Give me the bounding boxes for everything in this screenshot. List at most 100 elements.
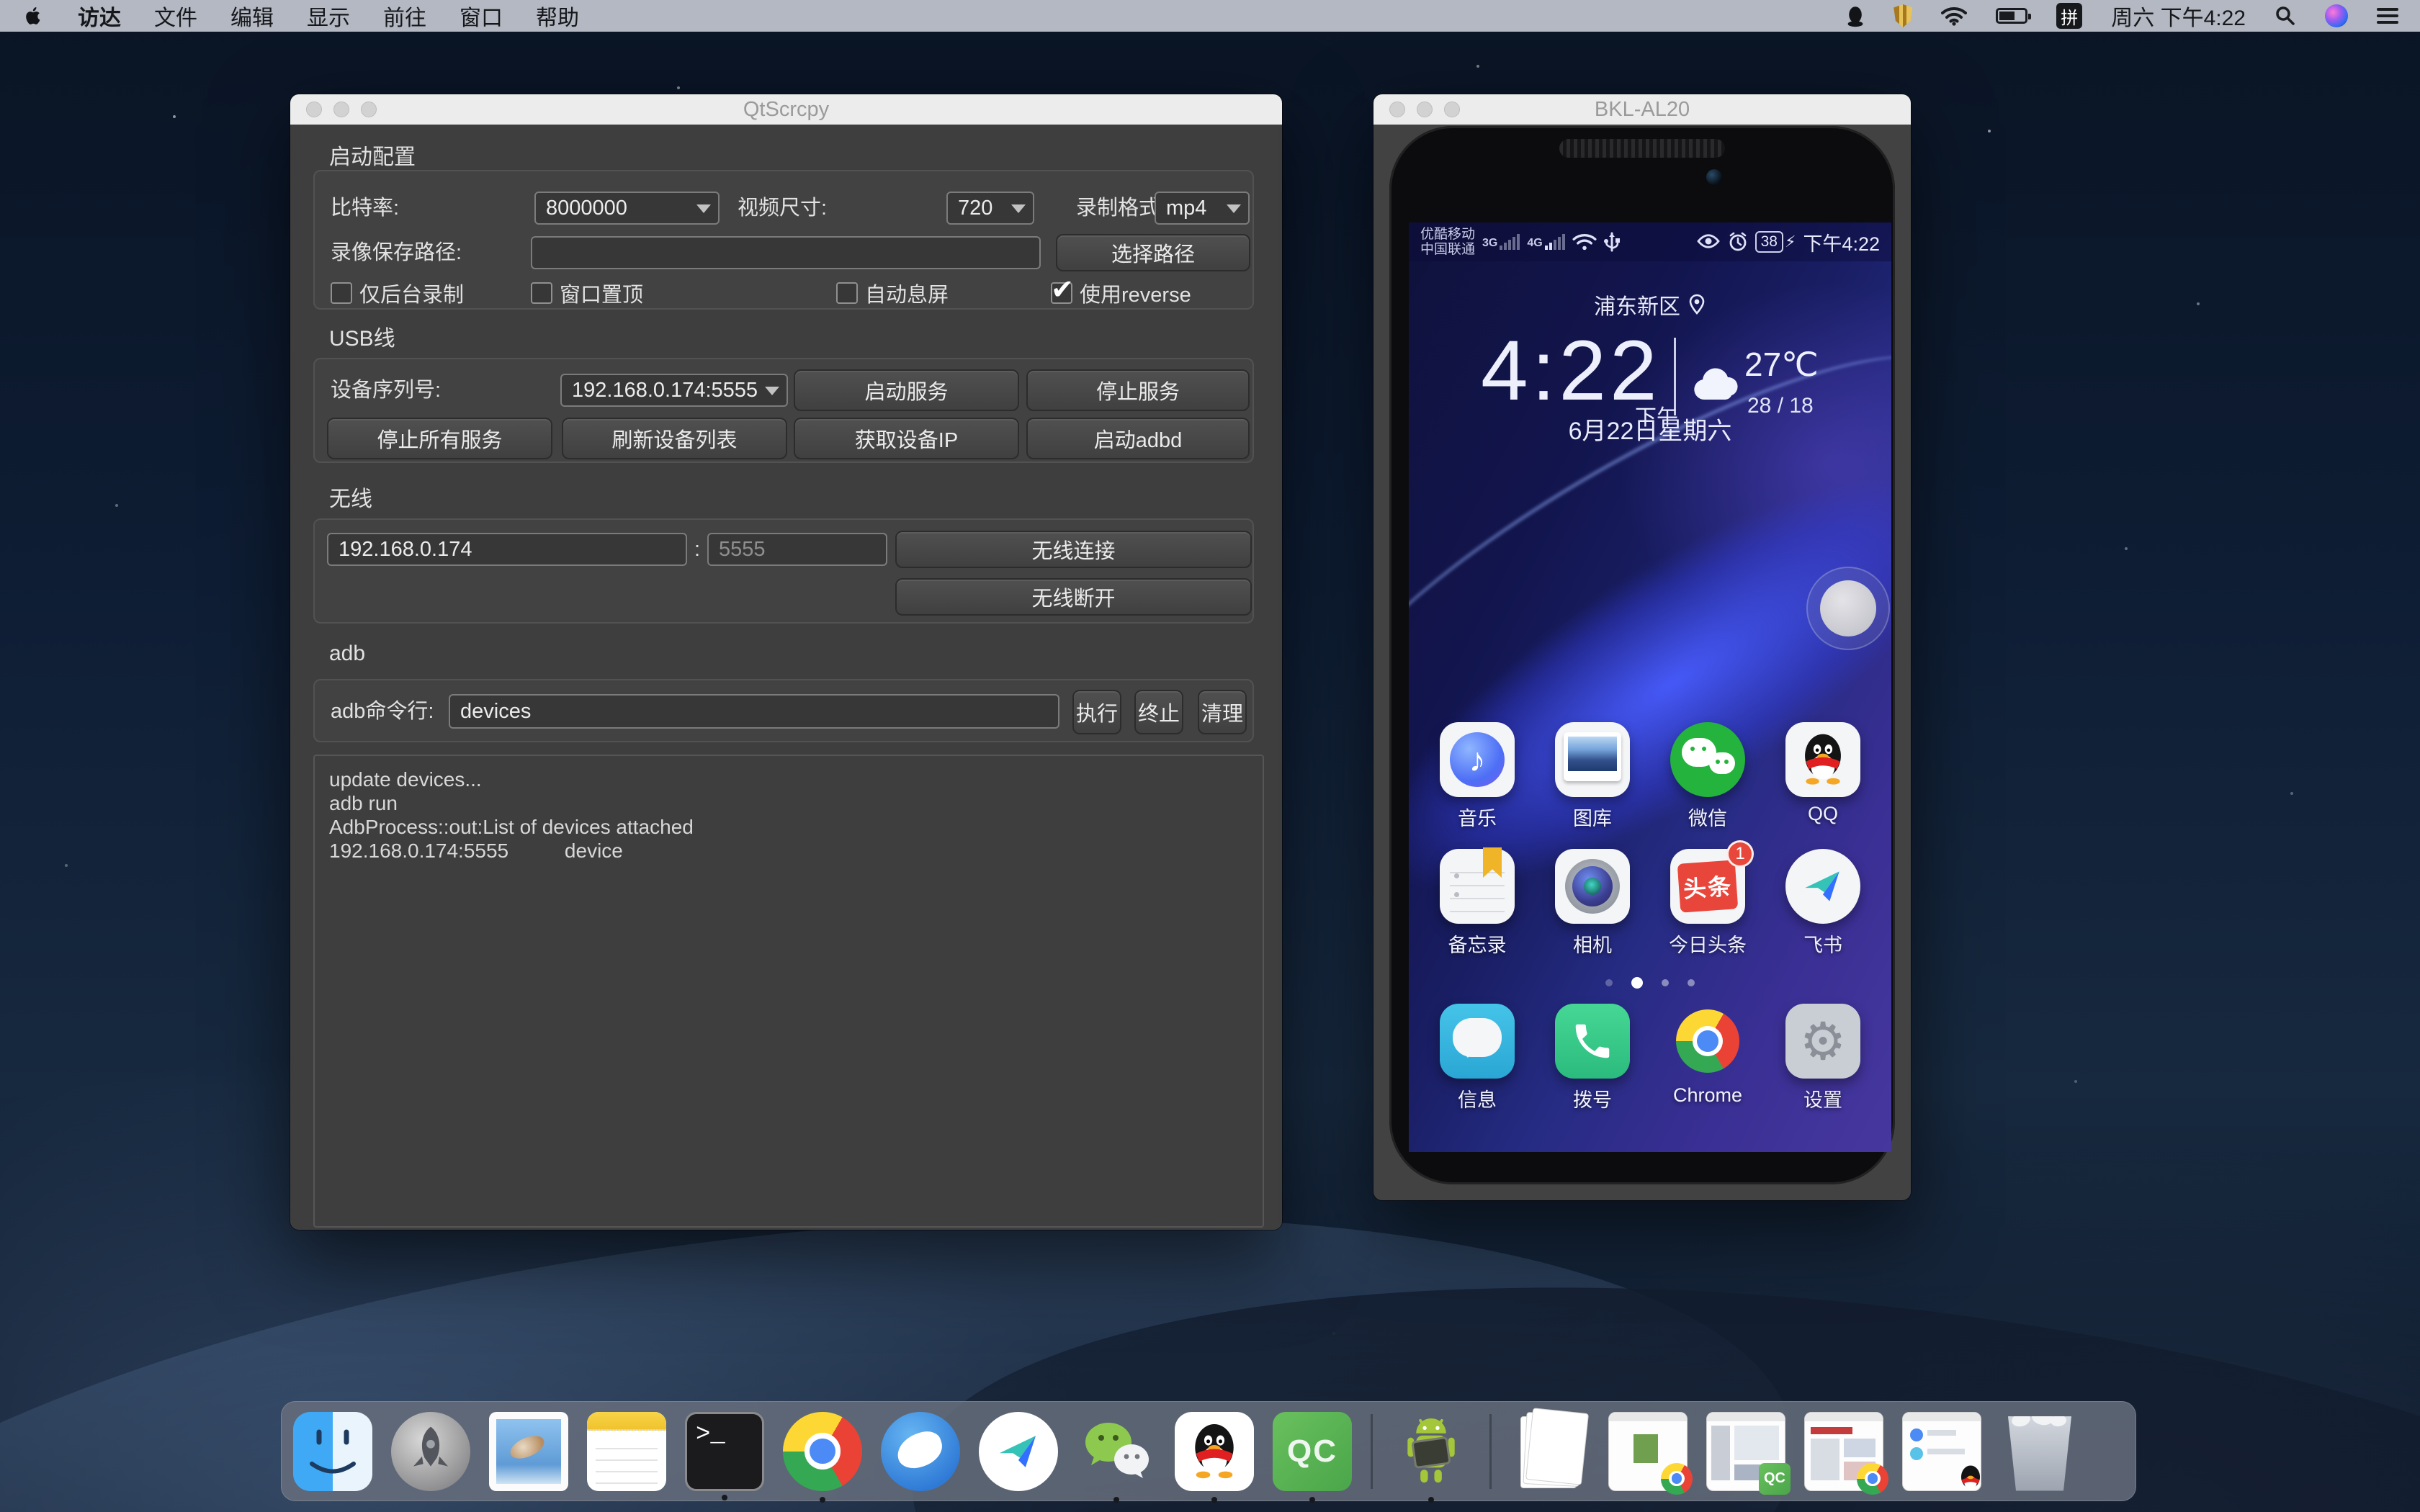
dock-document-stack[interactable] [1510,1412,1590,1491]
shield-status-icon[interactable] [1894,4,1912,27]
dock-qtcreator-icon[interactable]: QC [1273,1412,1352,1491]
minimized-window-document[interactable] [1608,1412,1688,1491]
wireless-connect-button[interactable]: 无线连接 [895,531,1252,568]
qtscrcpy-titlebar[interactable]: QtScrcpy [290,94,1282,125]
checkbox-auto-screen-off[interactable]: 自动息屏 [836,279,949,307]
menu-item-help[interactable]: 帮助 [536,0,579,32]
menu-item-go[interactable]: 前往 [383,0,426,32]
dock-launchpad-icon[interactable] [391,1412,470,1491]
app-dialer[interactable]: 拨号 [1540,1004,1645,1112]
app-wechat[interactable]: 微信 [1655,722,1760,831]
page-dot[interactable] [1605,979,1613,986]
adb-run-button[interactable]: 执行 [1072,690,1121,734]
wireless-ip-input[interactable]: 192.168.0.174 [327,533,687,566]
wireless-disconnect-button[interactable]: 无线断开 [895,578,1252,616]
app-messages[interactable]: 信息 [1425,1004,1530,1112]
dock-terminal-icon[interactable]: >_ [685,1412,764,1491]
adb-groupbox: adb命令行: devices 执行 终止 清理 [313,679,1254,742]
notification-center-icon[interactable] [2377,4,2398,27]
start-adbd-button[interactable]: 启动adbd [1026,418,1250,459]
app-gallery[interactable]: 图库 [1540,722,1645,831]
page-dot-active[interactable] [1631,977,1643,989]
dock-wechat-icon[interactable] [1077,1412,1156,1491]
menu-bar-clock[interactable]: 周六 下午4:22 [2111,0,2246,32]
checkbox-box[interactable] [331,282,352,304]
menu-item-file[interactable]: 文件 [154,0,197,32]
wireless-port-input[interactable]: 5555 [707,533,887,566]
minimized-window-webpage[interactable] [1804,1412,1883,1491]
adb-kill-button[interactable]: 终止 [1134,690,1183,734]
dock-qq-icon[interactable] [1175,1412,1254,1491]
siri-icon[interactable] [2325,4,2348,27]
app-toutiao[interactable]: 头条1 今日头条 [1655,849,1760,958]
dock-notes-icon[interactable] [587,1412,666,1491]
page-indicator[interactable] [1409,977,1891,989]
dock-blue-seal-app-icon[interactable] [881,1412,960,1491]
dock-chrome-icon[interactable] [783,1412,862,1491]
adb-clear-button[interactable]: 清理 [1198,690,1247,734]
record-path-input[interactable] [531,236,1041,269]
gallery-app-icon[interactable] [1555,722,1630,797]
menu-item-finder[interactable]: 访达 [78,0,121,32]
location-row[interactable]: 浦东新区 [1409,289,1891,320]
assistive-ball[interactable] [1806,567,1890,650]
checkbox-background-record[interactable]: 仅后台录制 [331,279,464,307]
menu-item-edit[interactable]: 编辑 [230,0,274,32]
battery-status-icon[interactable] [1996,8,2027,24]
spotlight-search-icon[interactable] [2275,5,2296,27]
app-camera[interactable]: 相机 [1540,849,1645,958]
app-notes[interactable]: 备忘录 [1425,849,1530,958]
memo-app-icon[interactable] [1440,849,1515,924]
checkbox-use-reverse[interactable]: ✔使用reverse [1051,279,1191,307]
app-chrome[interactable]: Chrome [1655,1004,1760,1112]
feishu-app-icon[interactable] [1785,849,1860,924]
wechat-app-icon[interactable] [1670,722,1745,797]
messages-app-icon[interactable] [1440,1004,1515,1079]
app-settings[interactable]: ⚙ 设置 [1770,1004,1876,1112]
phone-titlebar[interactable]: BKL-AL20 [1373,94,1911,125]
qq-app-icon[interactable] [1785,722,1860,797]
get-device-ip-button[interactable]: 获取设备IP [794,418,1019,459]
dock-finder-icon[interactable] [293,1412,372,1491]
start-service-button[interactable]: 启动服务 [794,369,1019,411]
adb-cmd-input[interactable]: devices [449,694,1059,729]
camera-app-icon[interactable] [1555,849,1630,924]
page-dot[interactable] [1662,979,1669,986]
phone-screen[interactable]: 优酷移动 中国联通 3G 4G [1409,222,1891,1152]
apple-menu-icon[interactable] [22,4,45,27]
stop-service-button[interactable]: 停止服务 [1026,369,1250,411]
settings-app-icon[interactable]: ⚙ [1785,1004,1860,1079]
page-dot[interactable] [1688,979,1695,986]
minimized-window-qtcreator[interactable]: QC [1706,1412,1785,1491]
checkbox-window-topmost[interactable]: 窗口置顶 [531,279,643,307]
log-output-area[interactable]: update devices... adb run AdbProcess::ou… [313,755,1264,1228]
dock-trash-full-icon[interactable] [2000,1412,2079,1491]
clock-widget-time[interactable]: 4:22 [1481,322,1661,420]
choose-path-button[interactable]: 选择路径 [1056,234,1250,271]
app-feishu[interactable]: 飞书 [1770,849,1876,958]
serial-combo[interactable]: 192.168.0.174:5555 [560,374,788,407]
app-music[interactable]: ♪ 音乐 [1425,722,1530,831]
dialer-app-icon[interactable] [1555,1004,1630,1079]
checkbox-box[interactable] [836,282,858,304]
refresh-device-list-button[interactable]: 刷新设备列表 [562,418,787,459]
record-format-combo[interactable]: mp4 [1155,192,1250,225]
checkbox-box[interactable] [531,282,552,304]
menu-item-window[interactable]: 窗口 [460,0,503,32]
menu-item-view[interactable]: 显示 [307,0,350,32]
video-size-combo[interactable]: 720 [946,192,1034,225]
bitrate-combo[interactable]: 8000000 [534,192,720,225]
dock-feishu-icon[interactable] [979,1412,1058,1491]
dock-android-robot-icon[interactable] [1392,1412,1471,1491]
music-app-icon[interactable]: ♪ [1440,722,1515,797]
chrome-app-icon[interactable] [1670,1004,1745,1079]
toutiao-app-icon[interactable]: 头条1 [1670,849,1745,924]
dock-mail-icon[interactable] [489,1412,568,1491]
app-qq[interactable]: QQ [1770,722,1876,831]
input-method-icon[interactable]: 拼 [2056,3,2082,29]
qq-penguin-status-icon[interactable] [1846,4,1865,27]
minimized-window-qq-chat[interactable] [1902,1412,1981,1491]
stop-all-services-button[interactable]: 停止所有服务 [327,418,552,459]
wifi-status-icon[interactable] [1941,6,1967,26]
checkbox-box-checked[interactable]: ✔ [1051,282,1072,304]
